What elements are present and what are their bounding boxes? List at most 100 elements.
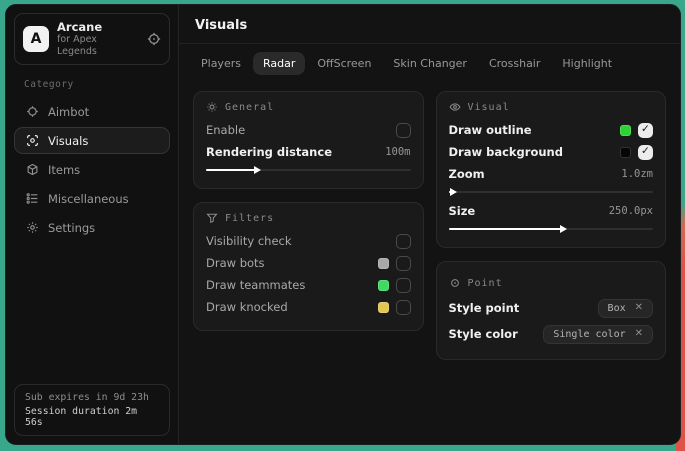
app-subtitle: for Apex Legends [57, 34, 139, 58]
size-row: Size 250.0px [449, 200, 654, 222]
zoom-slider[interactable] [449, 188, 654, 196]
sidebar-item-items[interactable]: Items [14, 156, 170, 183]
enable-label: Enable [206, 123, 245, 137]
right-column: Visual Draw outline Draw background [436, 91, 667, 360]
target-icon[interactable] [147, 32, 161, 46]
draw-knocked-row: Draw knocked [206, 296, 411, 318]
zoom-label: Zoom [449, 167, 485, 181]
draw-outline-checkbox[interactable] [638, 123, 653, 138]
tab-skin-changer[interactable]: Skin Changer [383, 52, 477, 75]
enable-row: Enable [206, 119, 411, 141]
style-point-chip[interactable]: Box [598, 299, 653, 318]
size-slider[interactable] [449, 225, 654, 233]
draw-knocked-checkbox[interactable] [396, 300, 411, 315]
slider-fill [449, 228, 561, 230]
sidebar-item-settings[interactable]: Settings [14, 214, 170, 241]
draw-teammates-color-swatch[interactable] [378, 280, 389, 291]
tab-radar[interactable]: Radar [253, 52, 305, 75]
sidebar-item-label: Visuals [48, 134, 88, 148]
sidebar-item-label: Settings [48, 221, 95, 235]
draw-bots-checkbox[interactable] [396, 256, 411, 271]
point-panel-header: Point [449, 277, 654, 289]
app-logo: A [23, 26, 49, 52]
style-color-chip[interactable]: Single color [543, 325, 653, 344]
remove-icon[interactable] [635, 329, 643, 339]
filters-panel-header: Filters [206, 212, 411, 224]
brightness-icon [206, 101, 218, 113]
rendering-distance-row: Rendering distance 100m [206, 141, 411, 163]
dot-icon [449, 277, 461, 289]
category-label: Category [24, 79, 160, 90]
style-color-row: Style color Single color [449, 321, 654, 347]
sidebar-item-aimbot[interactable]: Aimbot [14, 98, 170, 125]
rendering-distance-label: Rendering distance [206, 145, 332, 159]
draw-knocked-color-swatch[interactable] [378, 302, 389, 313]
draw-background-checkbox[interactable] [638, 145, 653, 160]
sidebar-item-miscellaneous[interactable]: Miscellaneous [14, 185, 170, 212]
sidebar-item-label: Miscellaneous [48, 192, 129, 206]
filters-panel: Filters Visibility check Draw bots [193, 202, 424, 331]
remove-icon[interactable] [635, 303, 643, 313]
sidebar-nav: Aimbot Visuals Items [14, 98, 170, 241]
visibility-check-checkbox[interactable] [396, 234, 411, 249]
panel-title: General [225, 102, 274, 113]
draw-background-row: Draw background [449, 141, 654, 163]
enable-checkbox[interactable] [396, 123, 411, 138]
draw-outline-label: Draw outline [449, 123, 532, 137]
panel-title: Point [468, 278, 503, 289]
app-window: A Arcane for Apex Legends Category [5, 4, 681, 445]
tab-bar: Players Radar OffScreen Skin Changer Cro… [179, 44, 680, 79]
sidebar-item-visuals[interactable]: Visuals [14, 127, 170, 154]
tab-players[interactable]: Players [191, 52, 251, 75]
chip-label: Single color [553, 329, 625, 340]
rendering-distance-value: 100m [385, 146, 410, 158]
visibility-check-label: Visibility check [206, 234, 292, 248]
style-point-row: Style point Box [449, 295, 654, 321]
session-duration: Session duration 2m 56s [25, 406, 159, 428]
slider-fill [449, 191, 451, 193]
app-title-block: Arcane for Apex Legends [57, 20, 139, 58]
draw-background-label: Draw background [449, 145, 563, 159]
sidebar-item-label: Aimbot [48, 105, 89, 119]
sidebar: A Arcane for Apex Legends Category [6, 5, 179, 444]
list-icon [25, 192, 39, 205]
zoom-row: Zoom 1.0zm [449, 163, 654, 185]
panel-title: Visual [468, 102, 510, 113]
panel-title: Filters [225, 213, 274, 224]
point-panel: Point Style point Box Style color Single… [436, 261, 667, 360]
crosshair-icon [25, 105, 39, 118]
left-column: General Enable Rendering distance 100m [193, 91, 424, 331]
draw-teammates-row: Draw teammates [206, 274, 411, 296]
scan-eye-icon [25, 134, 39, 147]
size-label: Size [449, 204, 476, 218]
general-panel: General Enable Rendering distance 100m [193, 91, 424, 189]
tab-crosshair[interactable]: Crosshair [479, 52, 550, 75]
draw-bots-row: Draw bots [206, 252, 411, 274]
draw-knocked-label: Draw knocked [206, 300, 288, 314]
sidebar-item-label: Items [48, 163, 80, 177]
draw-outline-row: Draw outline [449, 119, 654, 141]
content: General Enable Rendering distance 100m [179, 79, 680, 372]
draw-background-color-swatch[interactable] [620, 147, 631, 158]
visual-panel: Visual Draw outline Draw background [436, 91, 667, 248]
draw-teammates-checkbox[interactable] [396, 278, 411, 293]
app-title: Arcane [57, 20, 139, 34]
tab-highlight[interactable]: Highlight [552, 52, 622, 75]
gear-icon [25, 221, 39, 234]
subscription-expiry: Sub expires in 9d 23h [25, 392, 159, 403]
rendering-distance-slider[interactable] [206, 166, 411, 174]
draw-bots-label: Draw bots [206, 256, 265, 270]
main-header: Visuals [179, 5, 680, 44]
chip-label: Box [608, 303, 626, 314]
tab-offscreen[interactable]: OffScreen [307, 52, 381, 75]
main-area: Visuals Players Radar OffScreen Skin Cha… [179, 5, 680, 444]
app-header: A Arcane for Apex Legends [14, 13, 170, 65]
style-point-label: Style point [449, 301, 520, 315]
draw-outline-color-swatch[interactable] [620, 125, 631, 136]
eye-icon [449, 101, 461, 113]
session-info-box: Sub expires in 9d 23h Session duration 2… [14, 384, 170, 436]
visibility-check-row: Visibility check [206, 230, 411, 252]
zoom-value: 1.0zm [621, 168, 653, 180]
draw-bots-color-swatch[interactable] [378, 258, 389, 269]
general-panel-header: General [206, 101, 411, 113]
